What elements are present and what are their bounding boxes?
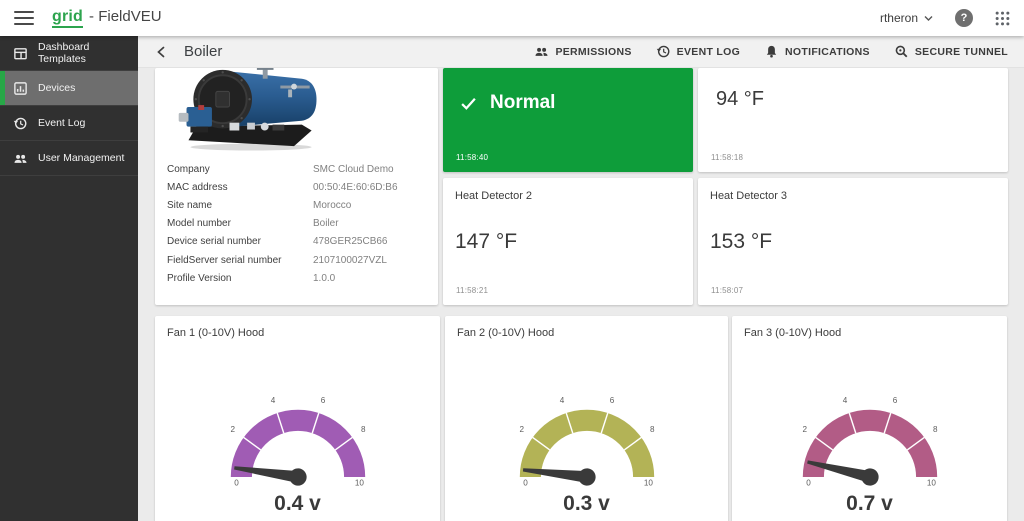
- top-app-bar: grid - FieldVEU rtheron ?: [0, 0, 1024, 36]
- help-icon[interactable]: ?: [955, 9, 973, 27]
- info-row: Profile Version 1.0.0: [167, 272, 336, 284]
- svg-text:10: 10: [926, 479, 936, 488]
- status-card: Normal 11:58:40: [443, 68, 693, 172]
- event-log-button[interactable]: EVENT LOG: [656, 44, 740, 59]
- secure-tunnel-button[interactable]: SECURE TUNNEL: [894, 44, 1008, 59]
- gauge: 0 2 4 6 8 10: [519, 396, 655, 488]
- info-row: Site name Morocco: [167, 199, 352, 211]
- history-icon: [13, 117, 27, 129]
- user-name: rtheron: [879, 11, 918, 25]
- svg-text:10: 10: [643, 479, 653, 488]
- sidebar-item-dashboard-templates[interactable]: Dashboard Templates: [0, 36, 138, 71]
- svg-text:8: 8: [361, 425, 366, 434]
- devices-chart-icon: [14, 81, 27, 95]
- widget-title: Fan 3 (0-10V) Hood: [744, 327, 842, 339]
- info-row: Company SMC Cloud Demo: [167, 163, 394, 175]
- svg-text:0: 0: [806, 479, 811, 488]
- device-info-table: Company SMC Cloud Demo MAC address 00:50:4…: [155, 160, 438, 287]
- gauge: 0 2 4 6 8 10: [802, 396, 938, 488]
- sidebar-item-label: User Management: [38, 152, 125, 164]
- device-info-card: Company SMC Cloud Demo MAC address 00:50:4…: [155, 68, 438, 305]
- apps-grid-icon[interactable]: [995, 11, 1010, 26]
- people-icon: [14, 154, 27, 163]
- gauge-value: 0.3 v: [563, 491, 610, 515]
- permissions-button[interactable]: PERMISSIONS: [534, 44, 631, 59]
- page-header: Boiler PERMISSIONS EVENT LOG NOTIFICATIO…: [138, 36, 1024, 68]
- dashboard-grid: Company SMC Cloud Demo MAC address 00:50:4…: [138, 68, 1024, 521]
- widget-title: Heat Detector 3: [710, 190, 788, 202]
- temperature-value: 94 °F: [716, 88, 765, 110]
- fan3-gauge-card: Fan 3 (0-10V) Hood 0 2 4 6 8 10 0.7 v: [732, 316, 1007, 521]
- notifications-button[interactable]: NOTIFICATIONS: [764, 44, 870, 59]
- gauge-value: 0.7 v: [846, 491, 893, 515]
- active-accent-bar: [0, 71, 5, 105]
- history-icon: [656, 45, 670, 58]
- svg-text:10: 10: [354, 479, 364, 488]
- gauge: 0 2 4 6 8 10: [230, 396, 366, 488]
- sidebar-item-event-log[interactable]: Event Log: [0, 106, 138, 141]
- gauge-value: 0.4 v: [274, 491, 321, 515]
- content-area: Boiler PERMISSIONS EVENT LOG NOTIFICATIO…: [138, 36, 1024, 521]
- svg-text:8: 8: [933, 425, 938, 434]
- svg-text:6: 6: [892, 396, 897, 405]
- widget-timestamp: 11:58:40: [456, 153, 489, 162]
- temperature-card: 94 °F 11:58:18: [698, 68, 1008, 172]
- info-row: MAC address 00:50:4E:60:6D:B6: [167, 181, 398, 193]
- info-row: FieldServer serial number 2107100027VZL: [167, 254, 387, 266]
- sidebar-item-label: Devices: [38, 82, 76, 94]
- widget-title: Heat Detector 2: [455, 190, 533, 202]
- status-label: Normal: [490, 92, 556, 113]
- heat-detector-2-card: Heat Detector 2 147 °F 11:58:21: [443, 178, 693, 305]
- sidebar-item-label: Event Log: [38, 117, 86, 129]
- widget-timestamp: 11:58:21: [456, 286, 489, 295]
- svg-text:4: 4: [270, 396, 275, 405]
- page-title: Boiler: [184, 43, 223, 60]
- heat-detector-3-value: 153 °F: [710, 230, 773, 253]
- heat-detector-2-value: 147 °F: [455, 230, 518, 253]
- widget-title: Fan 1 (0-10V) Hood: [167, 327, 265, 339]
- logo-suffix: - FieldVEU: [89, 8, 162, 25]
- menu-hamburger-icon[interactable]: [14, 10, 34, 26]
- chevron-down-icon: [924, 15, 933, 21]
- boiler-photo: [178, 68, 317, 151]
- fan2-gauge-card: Fan 2 (0-10V) Hood 0 2 4 6 8 10 0.3 v: [445, 316, 728, 521]
- svg-text:2: 2: [802, 425, 807, 434]
- svg-text:4: 4: [559, 396, 564, 405]
- sidebar-item-user-management[interactable]: User Management: [0, 141, 138, 176]
- sidebar-item-devices[interactable]: Devices: [0, 71, 138, 106]
- svg-text:0: 0: [234, 479, 239, 488]
- svg-text:0: 0: [523, 479, 528, 488]
- dashboard-templates-icon: [14, 47, 27, 59]
- logo-brand: grid: [52, 8, 84, 28]
- svg-text:6: 6: [320, 396, 325, 405]
- bell-icon: [766, 45, 777, 58]
- info-row: Device serial number 478GER25CB66: [167, 236, 388, 248]
- svg-text:6: 6: [609, 396, 614, 405]
- heat-detector-3-card: Heat Detector 3 153 °F 11:58:07: [698, 178, 1008, 305]
- info-row: Model number Boiler: [167, 218, 339, 230]
- people-icon: [535, 47, 548, 56]
- sidebar: Dashboard Templates Devices Event Log Us…: [0, 36, 138, 521]
- chevron-left-icon: [157, 46, 165, 57]
- back-button[interactable]: [154, 44, 170, 60]
- sidebar-item-label: Dashboard Templates: [38, 41, 90, 65]
- fan1-gauge-card: Fan 1 (0-10V) Hood 0 2 4 6 8 10 0.4 v: [155, 316, 440, 521]
- svg-text:2: 2: [519, 425, 524, 434]
- app-logo: grid - FieldVEU: [52, 8, 162, 28]
- check-icon: [461, 97, 476, 110]
- svg-text:4: 4: [842, 396, 847, 405]
- user-menu[interactable]: rtheron: [880, 11, 933, 25]
- widget-timestamp: 11:58:07: [711, 286, 744, 295]
- svg-text:8: 8: [650, 425, 655, 434]
- svg-text:2: 2: [230, 425, 235, 434]
- magnifier-icon: [895, 45, 908, 58]
- widget-timestamp: 11:58:18: [711, 153, 744, 162]
- widget-title: Fan 2 (0-10V) Hood: [457, 327, 555, 339]
